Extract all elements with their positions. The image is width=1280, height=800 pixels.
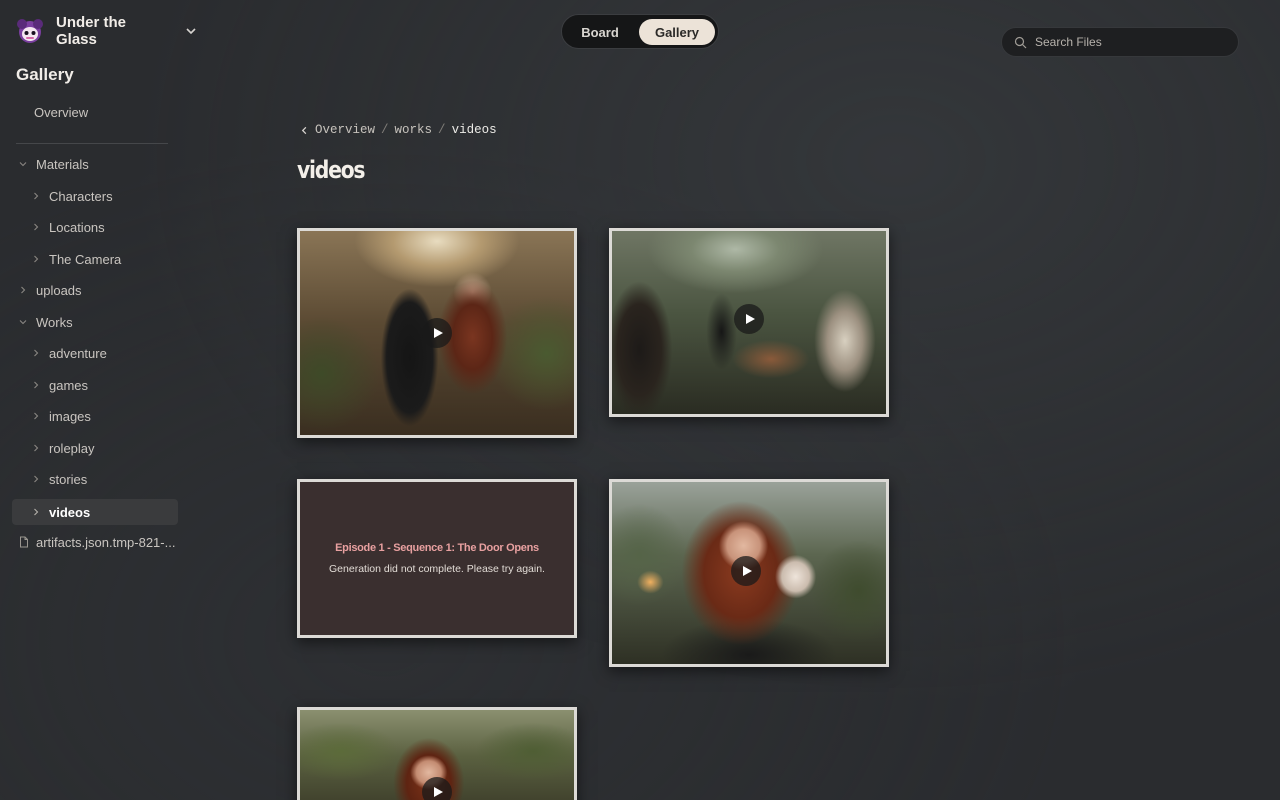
sidebar-item-locations[interactable]: Locations	[31, 216, 105, 238]
sidebar-item-label: artifacts.json.tmp-821-...	[36, 534, 176, 550]
play-icon	[434, 328, 443, 338]
search-box[interactable]	[1001, 27, 1239, 57]
app-switcher[interactable]: Under the Glass	[16, 14, 198, 48]
chevron-down-icon[interactable]	[184, 24, 198, 38]
search-input[interactable]	[1035, 35, 1225, 49]
sidebar-item-games[interactable]: games	[31, 374, 88, 396]
sidebar-item-label: images	[49, 408, 91, 424]
play-icon	[743, 566, 753, 577]
play-icon	[746, 313, 755, 324]
error-message: Generation did not complete. Please try …	[329, 563, 545, 575]
play-icon	[434, 787, 443, 797]
breadcrumb-current: videos	[451, 123, 497, 137]
chevron-right-icon	[34, 223, 39, 231]
sidebar-item-label: Locations	[49, 219, 105, 235]
chevron-down-icon	[19, 162, 27, 167]
video-card[interactable]	[297, 228, 577, 438]
play-button[interactable]	[731, 556, 762, 587]
sidebar-item-label: roleplay	[49, 440, 95, 456]
sidebar-item-label: videos	[49, 504, 91, 520]
app-logo	[16, 17, 44, 45]
sidebar-item-characters[interactable]: Characters	[31, 185, 113, 207]
sidebar-item-label: games	[49, 377, 89, 393]
sidebar-item-works[interactable]: Works	[18, 311, 73, 333]
play-button[interactable]	[422, 777, 452, 800]
chevron-right-icon	[34, 412, 39, 420]
sidebar-item-uploads[interactable]: uploads	[18, 279, 82, 301]
sidebar-item-stories[interactable]: stories	[31, 468, 87, 490]
page-title: videos	[297, 156, 366, 184]
chevron-right-icon	[34, 255, 39, 263]
search-icon	[1014, 36, 1027, 48]
chevron-right-icon	[21, 286, 26, 294]
sidebar-divider	[16, 143, 168, 144]
error-card[interactable]: Episode 1 - Sequence 1: The Door Opens G…	[297, 479, 577, 638]
sidebar-item-label: uploads	[36, 282, 82, 298]
sidebar-item-images[interactable]: images	[31, 405, 91, 427]
sidebar-item-label: adventure	[49, 345, 107, 361]
sidebar-item-label: Materials	[36, 156, 89, 172]
sidebar-item-videos[interactable]: videos	[12, 499, 178, 525]
chevron-right-icon	[34, 381, 39, 389]
sidebar-item-adventure[interactable]: adventure	[31, 342, 107, 364]
chevron-right-icon	[34, 508, 39, 516]
chevron-right-icon	[34, 192, 39, 200]
sidebar-item-label: Overview	[34, 104, 89, 120]
board-tab[interactable]: Board	[570, 19, 630, 45]
sidebar-item-label: stories	[49, 471, 88, 487]
play-button[interactable]	[422, 318, 452, 348]
breadcrumb-works[interactable]: works	[395, 123, 433, 137]
sidebar-item-label: The Camera	[49, 251, 122, 267]
sidebar-item-overview[interactable]: Overview	[34, 101, 88, 123]
video-card[interactable]	[609, 479, 889, 667]
breadcrumb: Overview / works / videos	[300, 123, 497, 137]
sidebar-item-materials[interactable]: Materials	[18, 153, 89, 175]
gallery-tab[interactable]: Gallery	[639, 19, 715, 45]
play-button[interactable]	[734, 303, 764, 334]
chevron-right-icon	[34, 475, 39, 483]
chevron-left-icon[interactable]	[300, 126, 309, 135]
sidebar-item-label: Characters	[49, 188, 113, 204]
chevron-right-icon	[34, 349, 39, 357]
breadcrumb-overview[interactable]: Overview	[315, 123, 375, 137]
breadcrumb-separator: /	[381, 123, 389, 137]
sidebar-item-label: Works	[36, 314, 73, 330]
file-icon	[20, 536, 28, 548]
app-title: Under the Glass	[56, 14, 127, 48]
sidebar-item-the-camera[interactable]: The Camera	[31, 248, 121, 270]
chevron-down-icon	[19, 320, 27, 325]
sidebar: Under the Glass Gallery Overview Materia…	[0, 0, 196, 800]
breadcrumb-separator: /	[438, 123, 446, 137]
view-toggle: Board Gallery	[561, 14, 719, 49]
video-card[interactable]	[297, 707, 577, 800]
video-card[interactable]	[609, 228, 889, 417]
sidebar-item-roleplay[interactable]: roleplay	[31, 437, 95, 459]
sidebar-item-artifacts-file[interactable]: artifacts.json.tmp-821-...	[19, 531, 175, 553]
chevron-right-icon	[34, 444, 39, 452]
sidebar-heading: Gallery	[16, 65, 74, 84]
error-title: Episode 1 - Sequence 1: The Door Opens	[335, 542, 539, 554]
